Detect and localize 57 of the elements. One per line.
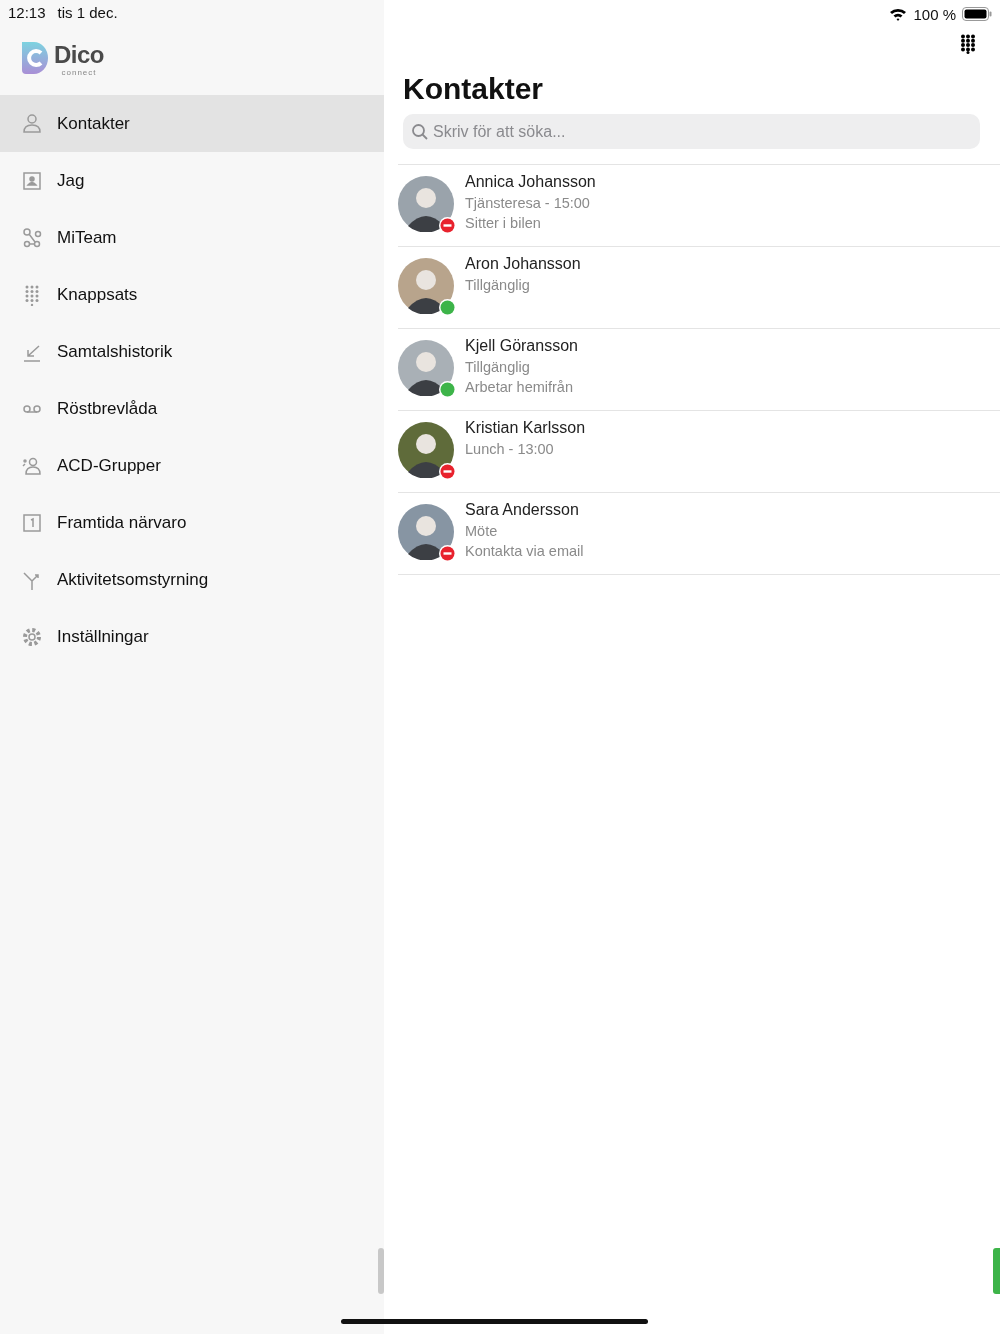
contact-row[interactable]: Sara Andersson Möte Kontakta via email	[398, 493, 1000, 575]
contact-status: Tillgänglig	[465, 359, 531, 375]
battery-percent: 100 %	[913, 5, 956, 23]
sidebar-item[interactable]: MiTeam	[0, 209, 384, 266]
contact-status: Arbetar hemifrån	[465, 379, 574, 395]
sidebar-item[interactable]: Kontakter	[0, 95, 384, 152]
contact-row[interactable]: Kristian Karlsson Lunch - 13:00	[398, 411, 1000, 493]
sidebar-item[interactable]: ACD-Grupper	[0, 437, 384, 494]
available-status-icon	[439, 299, 456, 316]
contact-name: Kristian Karlsson	[465, 419, 586, 437]
avatar	[398, 422, 454, 478]
contact-card-icon	[21, 169, 43, 192]
contact-status: Kontakta via email	[465, 543, 584, 559]
contact-row[interactable]: Kjell Göransson Tillgänglig Arbetar hemifrån	[398, 329, 1000, 411]
contact-name: Kjell Göransson	[465, 337, 578, 355]
contact-name: Annica Johansson	[465, 173, 596, 191]
resize-handle[interactable]	[993, 1248, 1000, 1294]
contact-row[interactable]: Annica Johansson Tjänsteresa - 15:00 Sitter i bilen	[398, 165, 1000, 247]
search-icon	[411, 123, 429, 141]
sidebar-item[interactable]: Aktivitetsomstyrning	[0, 551, 384, 608]
avatar	[398, 258, 454, 314]
contact-status: Tjänsteresa - 15:00	[465, 195, 591, 211]
contact-row[interactable]: Aron Johansson Tillgänglig	[398, 247, 1000, 329]
logo-name: Dico	[54, 42, 104, 68]
person-icon	[21, 112, 43, 135]
page-title: Kontakter	[403, 72, 545, 106]
wifi-icon	[889, 7, 908, 21]
battery-icon	[962, 7, 992, 21]
contact-status: Sitter i bilen	[465, 215, 542, 231]
status-date: tis 1 dec.	[57, 4, 118, 23]
available-status-icon	[439, 381, 456, 398]
status-time: 12:13	[8, 4, 46, 23]
logo-icon	[22, 42, 50, 74]
keypad-icon[interactable]	[960, 34, 976, 54]
sidebar-item[interactable]: Knappsats	[0, 266, 384, 323]
avatar	[398, 504, 454, 560]
busy-status-icon	[439, 545, 456, 562]
contact-status: Lunch - 13:00	[465, 441, 555, 457]
settings-icon	[21, 625, 43, 648]
contact-status: Tillgänglig	[465, 277, 531, 293]
sidebar-item[interactable]: Inställningar	[0, 608, 384, 665]
sidebar-item[interactable]: Samtalshistorik	[0, 323, 384, 380]
sidebar-item[interactable]: Röstbrevlåda	[0, 380, 384, 437]
sidebar-item[interactable]: Framtida närvaro	[0, 494, 384, 551]
contact-name: Aron Johansson	[465, 255, 581, 273]
busy-status-icon	[439, 463, 456, 480]
resize-handle[interactable]	[378, 1248, 384, 1294]
contact-status: Möte	[465, 523, 499, 539]
network-icon	[21, 226, 43, 249]
avatar	[398, 340, 454, 396]
calendar-icon	[21, 511, 43, 534]
avatar	[398, 176, 454, 232]
contact-name: Sara Andersson	[465, 501, 580, 519]
logo-tagline: connect	[61, 68, 97, 77]
busy-status-icon	[439, 217, 456, 234]
search-field[interactable]: Skriv för att söka...	[403, 114, 980, 149]
sidebar-item[interactable]: Jag	[0, 152, 384, 209]
